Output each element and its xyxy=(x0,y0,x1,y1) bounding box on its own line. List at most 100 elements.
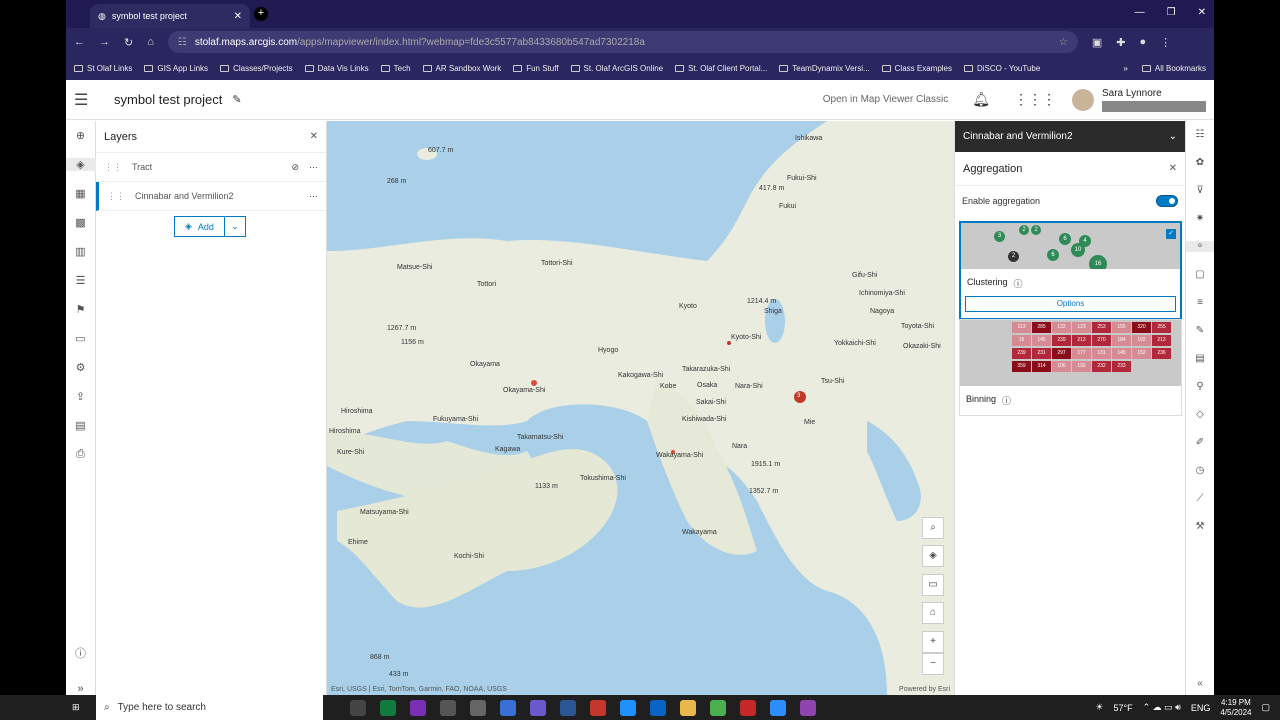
options-button[interactable]: Options xyxy=(965,296,1176,312)
analysis-icon[interactable]: ⚲ xyxy=(1196,381,1203,392)
more-icon[interactable]: ⋮ xyxy=(1160,36,1171,49)
all-bookmarks[interactable]: All Bookmarks xyxy=(1141,64,1206,73)
clock[interactable]: 4:19 PM 4/5/2024 xyxy=(1220,698,1251,718)
bookmark-item[interactable]: TeamDynamix Versi... xyxy=(779,64,870,73)
close-window-icon[interactable]: ✕ xyxy=(1198,7,1206,18)
legend-icon[interactable]: ☰ xyxy=(76,274,86,287)
star-icon[interactable]: ☆ xyxy=(1059,37,1068,48)
onenote-icon[interactable] xyxy=(410,699,426,716)
windows-start-icon[interactable]: ⊞ xyxy=(72,702,80,713)
bookmark-item[interactable]: GIS App Links xyxy=(144,64,208,73)
close-icon[interactable]: ✕ xyxy=(310,131,318,142)
app-icon[interactable] xyxy=(650,699,666,716)
url-field[interactable]: ☷ stolaf.maps.arcgis.com/apps/mapviewer/i… xyxy=(167,31,1078,53)
edge-icon[interactable] xyxy=(380,699,396,716)
drag-handle-icon[interactable]: ⋮⋮ xyxy=(107,191,125,202)
add-layer-icon[interactable]: ⊕ xyxy=(76,129,85,142)
browser-tab[interactable]: ◍ symbol test project ✕ xyxy=(90,4,250,28)
clustering-card[interactable]: ✓ 2 2 3 6 4 10 2 6 16 Clustering ⓘ Options xyxy=(959,221,1182,320)
fields-icon[interactable]: ≡ xyxy=(1197,297,1203,308)
aggregation-toggle[interactable] xyxy=(1156,195,1178,207)
share-icon[interactable]: ⇪ xyxy=(76,390,85,403)
bookmark-item[interactable]: Data Vis Links xyxy=(304,64,369,73)
basemap-switch-icon[interactable]: ◈ xyxy=(922,545,944,567)
expand-icon[interactable]: » xyxy=(77,683,83,695)
profile-icon[interactable]: ● xyxy=(1140,36,1147,49)
charts-icon[interactable]: ▥ xyxy=(75,245,85,258)
home-icon[interactable]: ⌂ xyxy=(147,36,154,48)
calendar-icon[interactable] xyxy=(500,699,516,716)
site-info-icon[interactable]: ☷ xyxy=(178,37,187,48)
settings-icon[interactable]: ⚙ xyxy=(76,361,86,374)
tools-icon[interactable]: ⚒ xyxy=(1196,521,1205,532)
fullscreen-icon[interactable]: ▭ xyxy=(922,574,944,596)
info-icon[interactable]: ⓘ xyxy=(1002,394,1011,407)
checkbox-icon[interactable]: ✓ xyxy=(1166,229,1176,239)
filter-icon[interactable]: ⊽ xyxy=(1196,185,1203,196)
effects-icon[interactable]: ✷ xyxy=(1196,213,1204,224)
bookmark-item[interactable]: Tech xyxy=(380,64,411,73)
layer-row-cinnabar[interactable]: ⋮⋮ Cinnabar and Vermilion2 ⋯ xyxy=(96,182,326,211)
styles-icon[interactable]: ✿ xyxy=(1196,157,1204,168)
bookmark-item[interactable]: Fun Stuff xyxy=(513,64,559,73)
bookmark-item[interactable]: AR Sandbox Work xyxy=(422,64,501,73)
measure-icon[interactable]: ⟋ xyxy=(1197,493,1204,504)
task-view-icon[interactable] xyxy=(350,699,366,716)
basemap-icon[interactable]: ▩ xyxy=(75,216,85,229)
tray-icons[interactable]: ⌃ ☁ ▭ 🔊︎ xyxy=(1143,702,1181,713)
weather-icon[interactable]: ☀ xyxy=(1095,702,1103,713)
bookmark-icon[interactable]: ⚑ xyxy=(76,303,86,316)
powerpoint-icon[interactable] xyxy=(590,699,606,716)
bell-icon[interactable]: 🔔︎ xyxy=(972,91,990,108)
new-tab-button[interactable]: + xyxy=(254,7,268,21)
more-options-icon[interactable]: ⋯ xyxy=(309,162,318,173)
restore-icon[interactable]: ❐ xyxy=(1167,7,1176,18)
word-icon[interactable] xyxy=(560,699,576,716)
avatar[interactable] xyxy=(1072,88,1094,111)
open-classic-link[interactable]: Open in Map Viewer Classic xyxy=(823,94,948,105)
layer-selector[interactable]: Cinnabar and Vermilion2 ⌄ xyxy=(955,121,1185,152)
app-launcher-icon[interactable]: ⋮⋮⋮ xyxy=(1014,91,1056,108)
close-icon[interactable]: ✕ xyxy=(1169,163,1177,174)
forms-icon[interactable]: ▤ xyxy=(1195,353,1204,364)
app-icon[interactable] xyxy=(470,699,486,716)
taskbar-search[interactable]: ⌕ Type here to search xyxy=(96,695,323,720)
app-icon[interactable] xyxy=(620,699,636,716)
time-icon[interactable]: ◷ xyxy=(1196,465,1205,476)
home-icon[interactable]: ⌂ xyxy=(922,602,944,624)
popups-icon[interactable]: ▢ xyxy=(1195,269,1204,280)
info-icon[interactable]: ⓘ xyxy=(75,645,86,661)
zoom-icon[interactable] xyxy=(770,699,786,716)
add-layer-button[interactable]: ◈ Add ⌄ xyxy=(174,216,246,237)
edit-pencil-icon[interactable]: ✎ xyxy=(232,93,241,106)
app-icon[interactable] xyxy=(440,699,456,716)
chrome-icon[interactable] xyxy=(710,699,726,716)
print-icon[interactable]: ⎙ xyxy=(76,448,85,461)
back-icon[interactable]: ← xyxy=(74,36,85,48)
layer-row-tract[interactable]: ⋮⋮ Tract ⊘ ⋯ xyxy=(96,153,326,182)
visibility-off-icon[interactable]: ⊘ xyxy=(291,162,299,173)
sketch-icon[interactable]: ◇ xyxy=(1196,409,1204,420)
search-icon[interactable]: ⌕ xyxy=(922,517,944,539)
properties-icon[interactable]: ▭ xyxy=(75,332,85,345)
labels-icon[interactable]: ✎ xyxy=(1196,325,1204,336)
zoom-in-button[interactable]: + xyxy=(922,631,944,653)
menu-icon[interactable]: ☰ xyxy=(74,90,104,110)
file-explorer-icon[interactable] xyxy=(680,699,696,716)
user-menu[interactable]: Sara Lynnore xyxy=(1102,88,1206,112)
reload-icon[interactable]: ↻ xyxy=(124,36,133,49)
more-options-icon[interactable]: ⋯ xyxy=(309,191,318,202)
puzzle-icon[interactable]: ✚ xyxy=(1116,36,1125,49)
info-icon[interactable]: ⓘ xyxy=(1014,277,1023,290)
bookmark-item[interactable]: St Olaf Links xyxy=(74,64,132,73)
notifications-icon[interactable]: ▢ xyxy=(1261,702,1270,713)
minimize-icon[interactable]: — xyxy=(1135,7,1145,18)
bookmark-item[interactable]: Class Examples xyxy=(881,64,952,73)
edit-icon[interactable]: ✐ xyxy=(1196,437,1204,448)
close-tab-icon[interactable]: ✕ xyxy=(234,11,242,22)
cluster-count[interactable]: 3 xyxy=(797,393,800,399)
aggregation-icon[interactable]: ⚬ xyxy=(1185,241,1214,252)
bookmark-item[interactable]: St. Olaf Client Portal... xyxy=(675,64,767,73)
chevron-right-icon[interactable]: » xyxy=(1123,64,1127,73)
table-icon[interactable]: ▦ xyxy=(75,187,85,200)
